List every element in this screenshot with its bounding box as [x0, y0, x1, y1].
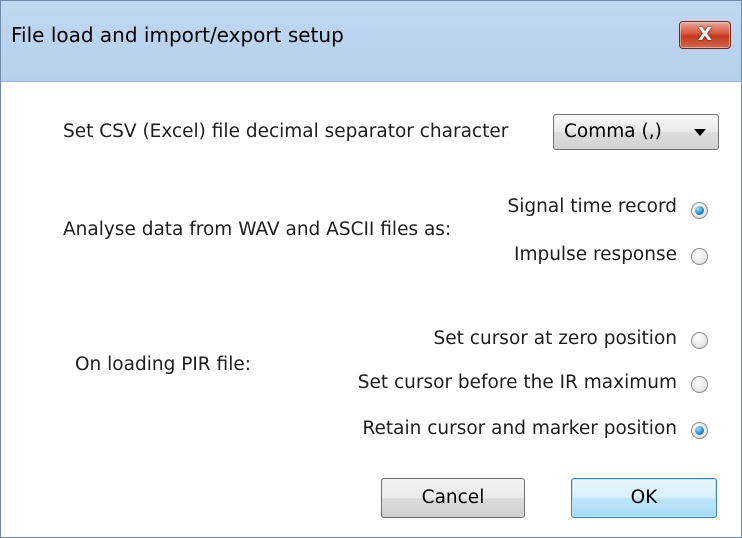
dropdown-arrow-icon[interactable] [694, 129, 706, 136]
csv-separator-label: Set CSV (Excel) file decimal separator c… [63, 121, 509, 142]
close-button[interactable]: X [679, 21, 731, 49]
radio-cursor-before-max[interactable] [691, 376, 708, 393]
radio-signal-time-record[interactable] [691, 202, 708, 219]
dialog-content: Set CSV (Excel) file decimal separator c… [1, 82, 741, 537]
close-icon: X [698, 24, 712, 45]
cancel-button[interactable]: Cancel [381, 478, 525, 518]
radio-selected-dot [695, 206, 704, 215]
dialog-title: File load and import/export setup [11, 23, 344, 47]
dialog-window: File load and import/export setup X Set … [0, 0, 742, 538]
option-retain-cursor-label[interactable]: Retain cursor and marker position [362, 418, 677, 439]
radio-cursor-zero[interactable] [691, 332, 708, 349]
option-impulse-response-label[interactable]: Impulse response [514, 244, 677, 265]
decimal-separator-select[interactable]: Comma (,) [553, 114, 719, 150]
option-cursor-zero-label[interactable]: Set cursor at zero position [434, 328, 677, 349]
title-bar[interactable]: File load and import/export setup X [1, 1, 741, 82]
ok-button[interactable]: OK [571, 478, 717, 518]
pir-loading-label: On loading PIR file: [75, 354, 251, 375]
decimal-separator-value: Comma (,) [564, 121, 662, 142]
radio-retain-cursor[interactable] [691, 422, 708, 439]
option-cursor-before-max-label[interactable]: Set cursor before the IR maximum [358, 372, 677, 393]
option-signal-time-record-label[interactable]: Signal time record [508, 196, 677, 217]
analyse-data-label: Analyse data from WAV and ASCII files as… [63, 219, 452, 240]
radio-impulse-response[interactable] [691, 248, 708, 265]
radio-selected-dot [695, 426, 704, 435]
